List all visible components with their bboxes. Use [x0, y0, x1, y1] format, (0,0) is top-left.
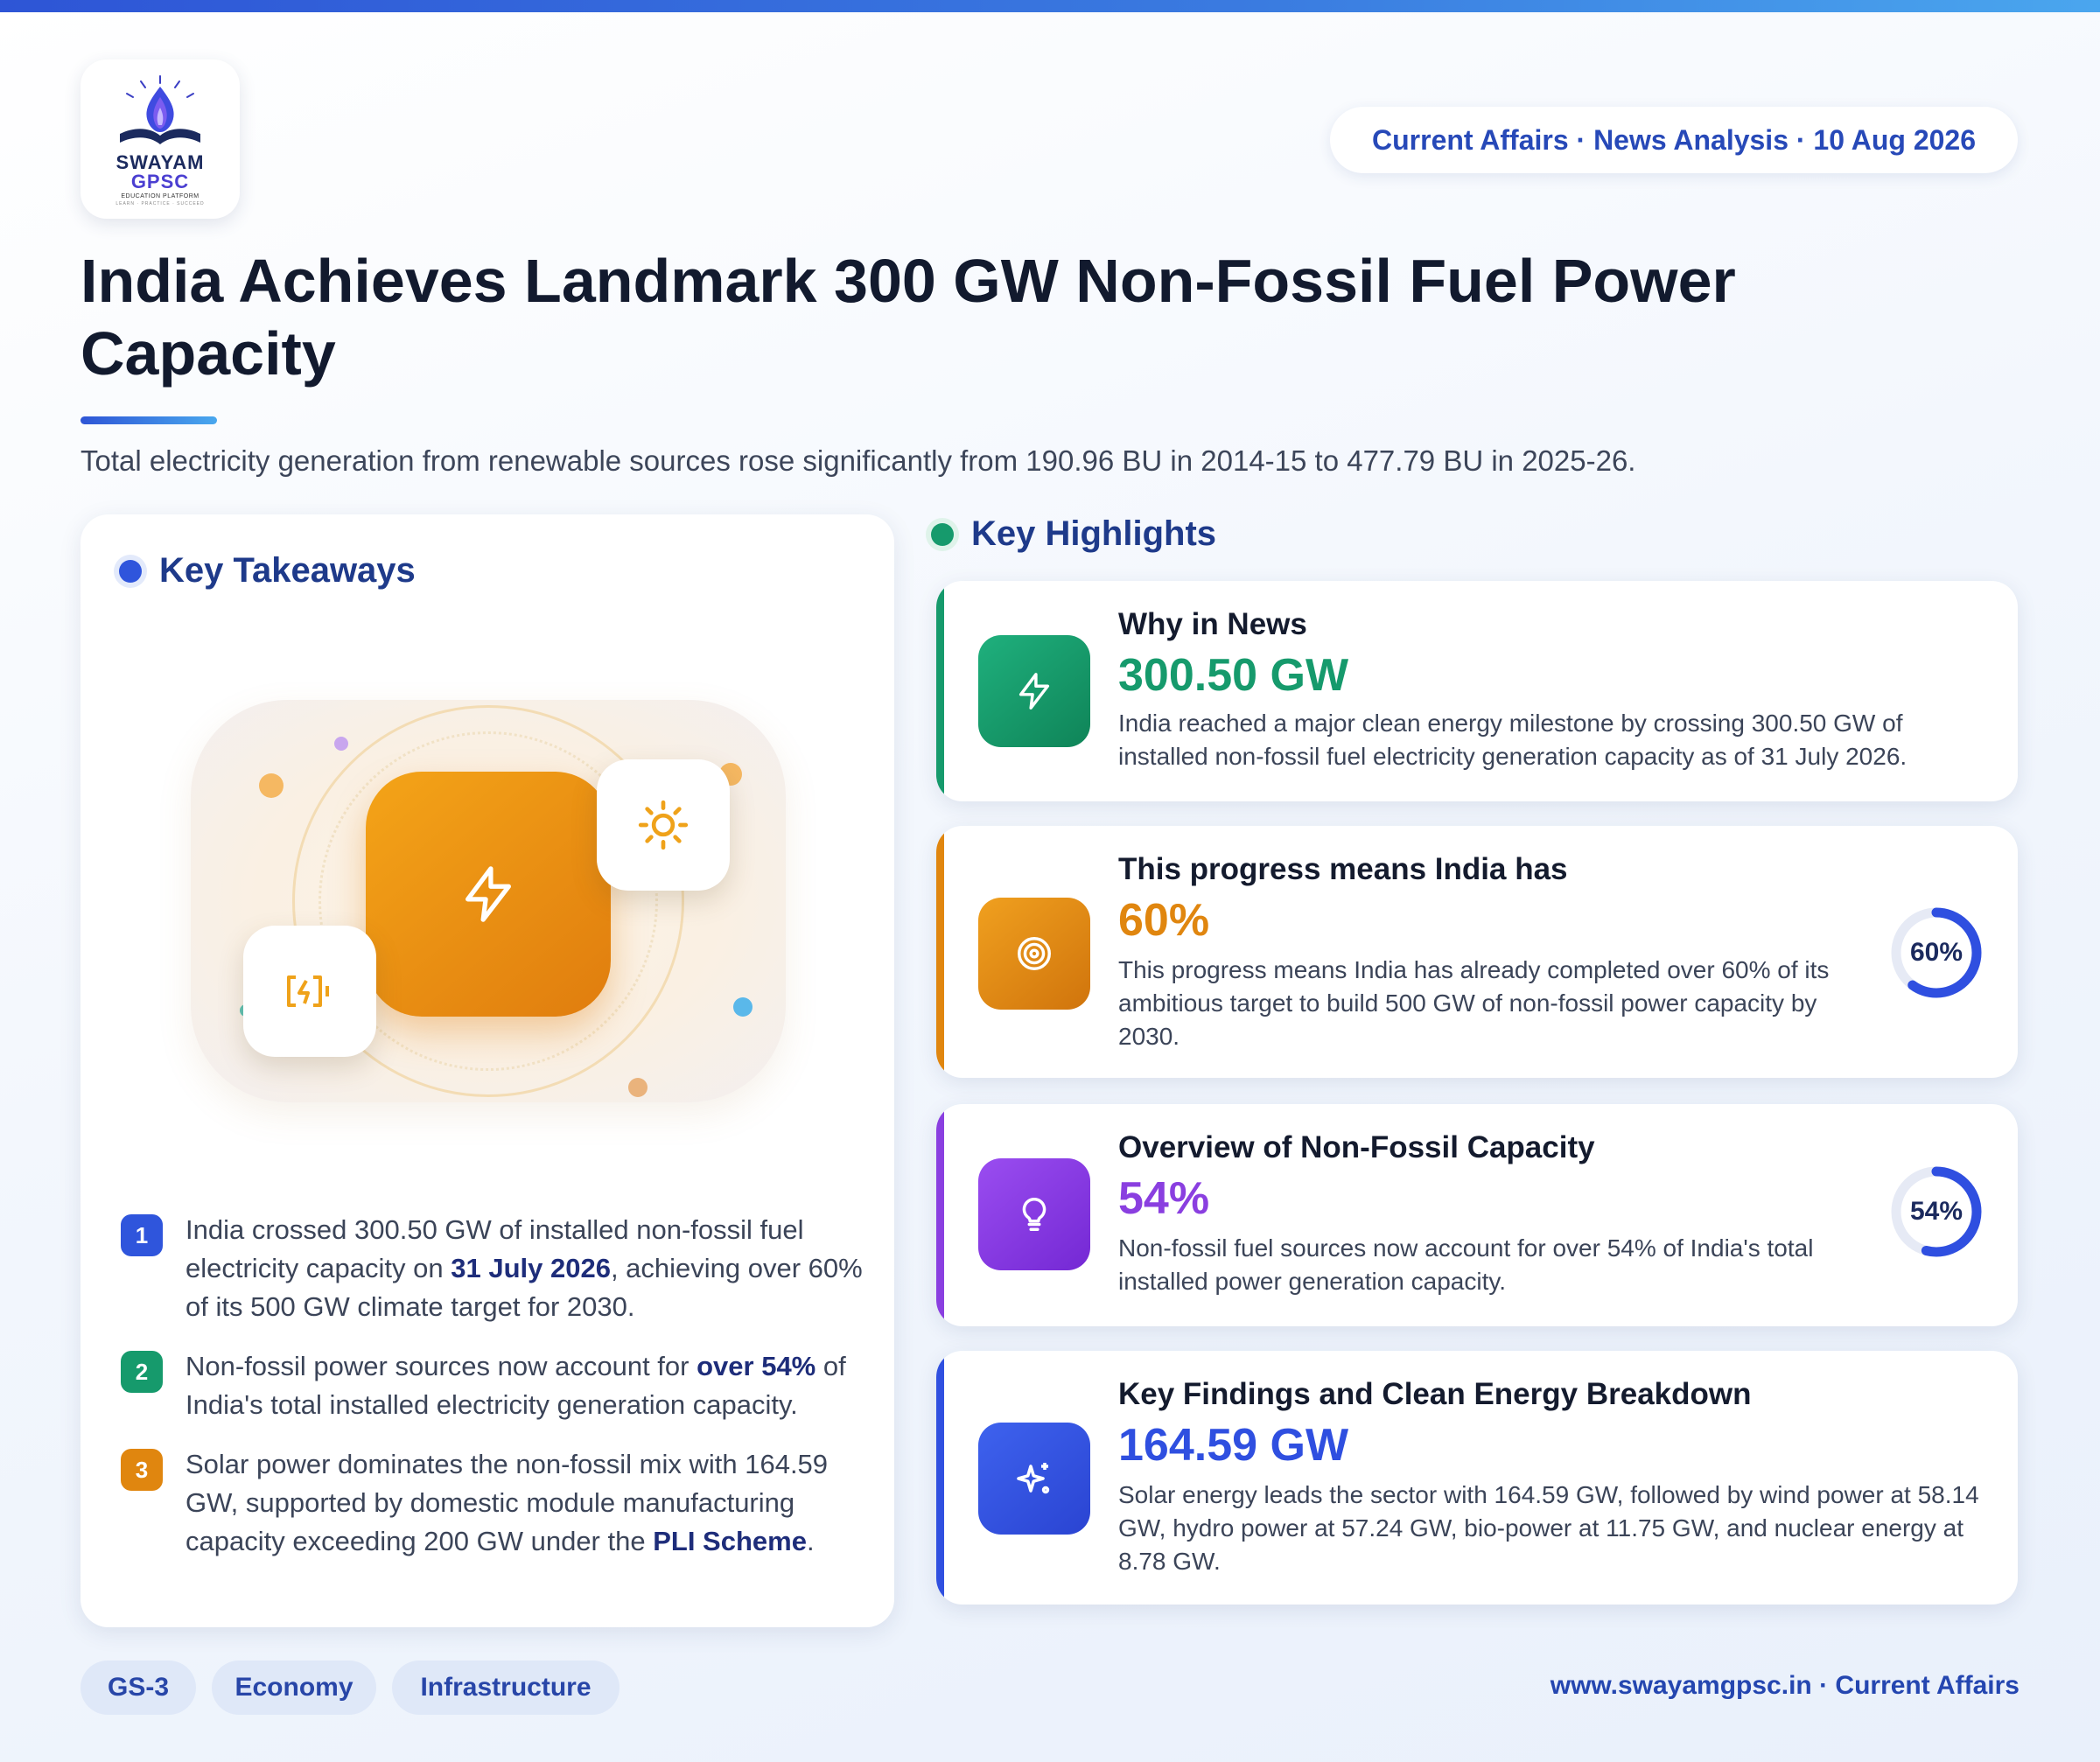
logo-word-swayam: SWAYAM	[116, 150, 205, 173]
takeaway-text: Solar power dominates the non-fossil mix…	[186, 1449, 829, 1556]
sparkles-icon	[1017, 1463, 1050, 1494]
bolt-tile	[366, 772, 611, 1017]
top-accent-bar	[0, 0, 2100, 12]
card-value: 60%	[1118, 895, 1210, 946]
key-highlights-heading: Key Highlights	[931, 514, 1216, 554]
key-highlights-label: Key Highlights	[971, 514, 1217, 553]
battery-charging-icon	[287, 975, 329, 1007]
progress-donut: 54%	[1891, 1166, 1982, 1257]
progress-donut: 60%	[1891, 907, 1982, 998]
target-icon-tile	[978, 898, 1090, 1010]
card-description: Solar energy leads the sector with 164.5…	[1118, 1481, 1979, 1575]
lightbulb-icon	[1022, 1198, 1046, 1231]
logo-tagline: LEARN · PRACTICE · SUCCEED	[116, 200, 205, 206]
card-value: 164.59 GW	[1118, 1420, 1349, 1471]
card-value: 300.50 GW	[1118, 650, 1349, 701]
bullet-dot-icon	[119, 559, 142, 583]
logo-flame-book-icon	[120, 74, 200, 144]
donut-label: 54%	[1910, 1197, 1963, 1226]
takeaway-text: India crossed 300.50 GW of installed non…	[186, 1214, 863, 1322]
card-title: Why in News	[1118, 607, 1307, 641]
bolt-icon	[466, 866, 511, 922]
takeaway-item: 1 India crossed 300.50 GW of installed n…	[121, 1211, 864, 1326]
card-title: This progress means India has	[1118, 852, 1568, 886]
decor-dot	[259, 773, 284, 798]
card-description: This progress means India has already co…	[1118, 956, 1830, 1050]
card-description: India reached a major clean energy miles…	[1118, 710, 1908, 770]
tag-infrastructure[interactable]: Infrastructure	[392, 1661, 620, 1715]
card-title: Overview of Non-Fossil Capacity	[1118, 1130, 1595, 1164]
key-takeaways-label: Key Takeaways	[159, 551, 416, 590]
decor-dot	[334, 737, 348, 751]
takeaway-number: 2	[121, 1351, 163, 1393]
highlight-card-progress[interactable]: This progress means India has 60% This p…	[936, 826, 2018, 1078]
logo-word-gpsc: GPSC	[130, 170, 190, 192]
card-accent-bar	[936, 1104, 944, 1326]
bullet-dot-icon	[931, 522, 954, 546]
takeaway-item: 3 Solar power dominates the non-fossil m…	[121, 1445, 864, 1561]
battery-tile	[243, 926, 376, 1057]
target-icon	[1018, 937, 1051, 970]
takeaway-number: 3	[121, 1449, 163, 1491]
date-pill: Current Affairs · News Analysis · 10 Aug…	[1330, 107, 2018, 173]
page-subtitle: Total electricity generation from renewa…	[80, 444, 1636, 477]
decor-dot	[733, 997, 752, 1017]
lightbulb-icon-tile	[978, 1158, 1090, 1270]
footer-website-link[interactable]: www.swayamgpsc.in · Current Affairs	[1550, 1671, 2020, 1701]
card-title: Key Findings and Clean Energy Breakdown	[1118, 1377, 1752, 1411]
donut-label: 60%	[1910, 938, 1963, 967]
key-takeaways-heading: Key Takeaways	[119, 551, 416, 591]
card-value: 54%	[1118, 1173, 1210, 1224]
highlight-card-overview[interactable]: Overview of Non-Fossil Capacity 54% Non-…	[936, 1104, 2018, 1326]
takeaways-list: 1 India crossed 300.50 GW of installed n…	[121, 1211, 864, 1582]
tag-gs3[interactable]: GS-3	[80, 1661, 196, 1715]
card-accent-bar	[936, 1351, 944, 1605]
card-accent-bar	[936, 581, 944, 801]
logo-subtitle: EDUCATION PLATFORM	[121, 192, 200, 199]
page-title: India Achieves Landmark 300 GW Non-Fossi…	[80, 247, 1736, 388]
card-description: Non-fossil fuel sources now account for …	[1118, 1234, 1814, 1295]
takeaway-text: Non-fossil power sources now account for…	[186, 1351, 846, 1420]
takeaway-number: 1	[121, 1214, 163, 1256]
sun-tile	[597, 759, 730, 891]
sun-icon	[638, 800, 689, 850]
takeaway-item: 2 Non-fossil power sources now account f…	[121, 1347, 864, 1424]
bolt-icon-tile	[978, 635, 1090, 747]
bolt-icon	[1018, 673, 1050, 710]
highlight-card-breakdown[interactable]: Key Findings and Clean Energy Breakdown …	[936, 1351, 2018, 1605]
brand-logo[interactable]: SWAYAM GPSC EDUCATION PLATFORM LEARN · P…	[80, 59, 240, 219]
sparkles-icon-tile	[978, 1423, 1090, 1535]
decor-dot	[628, 1078, 648, 1097]
title-underline	[80, 416, 217, 424]
card-accent-bar	[936, 826, 944, 1078]
highlight-card-why-in-news[interactable]: Why in News 300.50 GW India reached a ma…	[936, 581, 2018, 801]
tag-economy[interactable]: Economy	[212, 1661, 376, 1715]
